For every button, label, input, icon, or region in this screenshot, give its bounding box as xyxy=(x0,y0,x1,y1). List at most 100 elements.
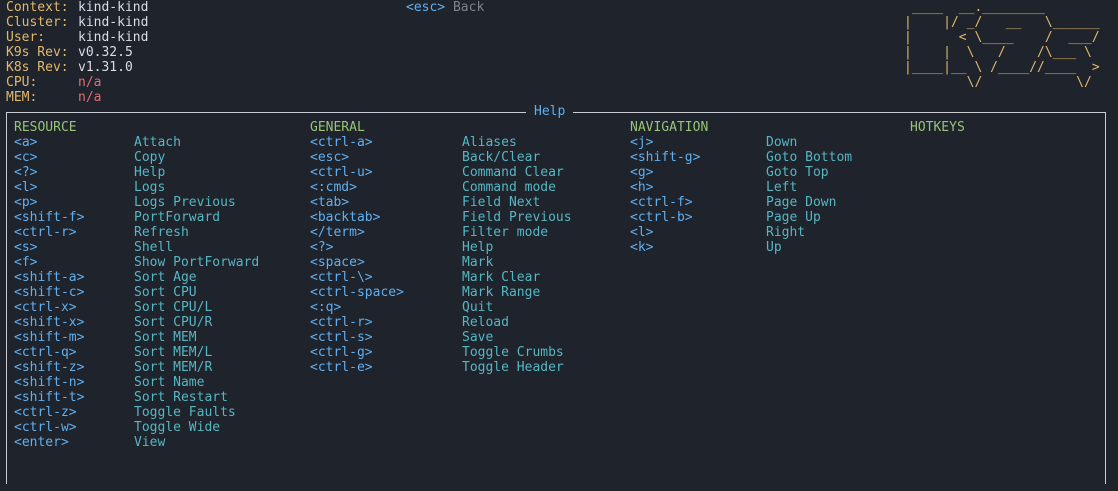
shortcut-description: Down xyxy=(766,135,798,150)
shortcut-key: <ctrl-a> xyxy=(310,135,373,150)
shortcut-key: <tab> xyxy=(310,195,350,210)
shortcut-key: <?> xyxy=(310,240,334,255)
shortcut-key: <ctrl-s> xyxy=(310,330,373,345)
back-action: Back xyxy=(452,0,485,15)
shortcut-key: <shift-m> xyxy=(14,330,85,345)
shortcut-key: <?> xyxy=(14,165,38,180)
shortcut-description: Sort CPU xyxy=(134,285,197,300)
context-value: kind-kind xyxy=(78,0,149,15)
shortcut-key: <shift-x> xyxy=(14,315,85,330)
shortcut-key: <shift-g> xyxy=(630,150,701,165)
shortcut-description: Sort MEM/L xyxy=(134,345,213,360)
shortcut-description: Command Clear xyxy=(462,165,564,180)
shortcut-description: Page Up xyxy=(766,210,821,225)
section-title-hotkeys: HOTKEYS xyxy=(910,120,965,135)
shortcut-key: <shift-a> xyxy=(14,270,85,285)
cpu-value: n/a xyxy=(78,75,102,90)
shortcut-description: Sort Restart xyxy=(134,390,228,405)
shortcut-key: <:cmd> xyxy=(310,180,357,195)
shortcut-description: Toggle Header xyxy=(462,360,564,375)
general-descriptions: Aliases Back/Clear Command Clear Command mo… xyxy=(462,135,572,375)
shortcut-description: Back/Clear xyxy=(462,150,541,165)
resource-descriptions: Attach Copy Help Logs Logs Previous PortForwa… xyxy=(134,135,259,450)
mem-row: MEM: n/a xyxy=(6,90,101,105)
shortcut-key: <ctrl-q> xyxy=(14,345,77,360)
shortcut-description: Shell xyxy=(134,240,174,255)
shortcut-key: <shift-c> xyxy=(14,285,85,300)
shortcut-description: Help xyxy=(462,240,494,255)
shortcut-key: <h> xyxy=(630,180,654,195)
section-title-resource: RESOURCE xyxy=(14,120,77,135)
k9s-rev-value: v0.32.5 xyxy=(78,45,133,60)
shortcut-description: Sort CPU/L xyxy=(134,300,213,315)
shortcut-key: <ctrl-r> xyxy=(310,315,373,330)
shortcut-description: View xyxy=(134,435,166,450)
shortcut-key: <ctrl-e> xyxy=(310,360,373,375)
shortcut-description: Copy xyxy=(134,150,166,165)
shortcut-description: Sort MEM xyxy=(134,330,197,345)
shortcut-key: <f> xyxy=(14,255,38,270)
shortcut-description: Show PortForward xyxy=(134,255,260,270)
shortcut-description: Field Next xyxy=(462,195,541,210)
shortcut-description: Logs Previous xyxy=(134,195,236,210)
shortcut-key: <ctrl-space> xyxy=(310,285,404,300)
shortcut-description: Sort Name xyxy=(134,375,205,390)
shortcut-key: <s> xyxy=(14,240,38,255)
shortcut-key: <ctrl-\> xyxy=(310,270,373,285)
cluster-label: Cluster: xyxy=(6,15,69,30)
shortcut-description: Sort CPU/R xyxy=(134,315,213,330)
user-value: kind-kind xyxy=(78,30,149,45)
back-hint[interactable]: <esc> Back xyxy=(406,0,484,15)
shortcut-key: <space> xyxy=(310,255,365,270)
shortcut-key: <a> xyxy=(14,135,38,150)
shortcut-key: <l> xyxy=(14,180,38,195)
shortcut-description: Sort Age xyxy=(134,270,197,285)
shortcut-key: <ctrl-z> xyxy=(14,405,77,420)
shortcut-key: <ctrl-g> xyxy=(310,345,373,360)
mem-label: MEM: xyxy=(6,90,38,105)
shortcut-description: Aliases xyxy=(462,135,517,150)
shortcut-key: <ctrl-r> xyxy=(14,225,77,240)
user-row: User: kind-kind xyxy=(6,30,148,45)
help-panel-title: Help xyxy=(526,104,574,119)
shortcut-key: <k> xyxy=(630,240,654,255)
shortcut-key: <backtab> xyxy=(310,210,381,225)
shortcut-key: <c> xyxy=(14,150,38,165)
shortcut-description: Logs xyxy=(134,180,166,195)
shortcut-description: Toggle Wide xyxy=(134,420,221,435)
shortcut-description: Toggle Crumbs xyxy=(462,345,564,360)
shortcut-key: <ctrl-x> xyxy=(14,300,77,315)
shortcut-description: Command mode xyxy=(462,180,556,195)
shortcut-description: Goto Top xyxy=(766,165,829,180)
context-row: Context: kind-kind xyxy=(6,0,148,15)
shortcut-key: <:q> xyxy=(310,300,342,315)
shortcut-description: Up xyxy=(766,240,782,255)
shortcut-key: <p> xyxy=(14,195,38,210)
shortcut-description: Filter mode xyxy=(462,225,549,240)
navigation-keys: <j> <shift-g> <g> <h> <ctrl-f> <ctrl-b> <l> <k> xyxy=(630,135,700,255)
shortcut-key: <shift-n> xyxy=(14,375,85,390)
shortcut-key: <ctrl-f> xyxy=(630,195,693,210)
resource-keys: <a> <c> <?> <l> <p> <shift-f> <ctrl-r> <s> <f> <s… xyxy=(14,135,84,450)
shortcut-key: <ctrl-b> xyxy=(630,210,693,225)
shortcut-description: Sort MEM/R xyxy=(134,360,213,375)
shortcut-description: Mark Clear xyxy=(462,270,541,285)
shortcut-key: <g> xyxy=(630,165,654,180)
k9s-rev-row: K9s Rev: v0.32.5 xyxy=(6,45,133,60)
esc-key: <esc> xyxy=(406,0,446,15)
shortcut-description: Mark xyxy=(462,255,494,270)
shortcut-description: Quit xyxy=(462,300,494,315)
shortcut-description: Left xyxy=(766,180,798,195)
k8s-rev-label: K8s Rev: xyxy=(6,60,69,75)
shortcut-key: <enter> xyxy=(14,435,69,450)
cluster-row: Cluster: kind-kind xyxy=(6,15,148,30)
shortcut-key: <ctrl-w> xyxy=(14,420,77,435)
shortcut-key: <esc> xyxy=(310,150,350,165)
cluster-value: kind-kind xyxy=(78,15,149,30)
shortcut-description: Right xyxy=(766,225,806,240)
shortcut-key: <shift-f> xyxy=(14,210,85,225)
shortcut-key: <shift-t> xyxy=(14,390,85,405)
navigation-descriptions: Down Goto Bottom Goto Top Left Page Down Page… xyxy=(766,135,852,255)
shortcut-description: Page Down xyxy=(766,195,837,210)
k9s-logo: ____ __.________ | |/ _/ __ \______ | < … xyxy=(904,0,1100,90)
